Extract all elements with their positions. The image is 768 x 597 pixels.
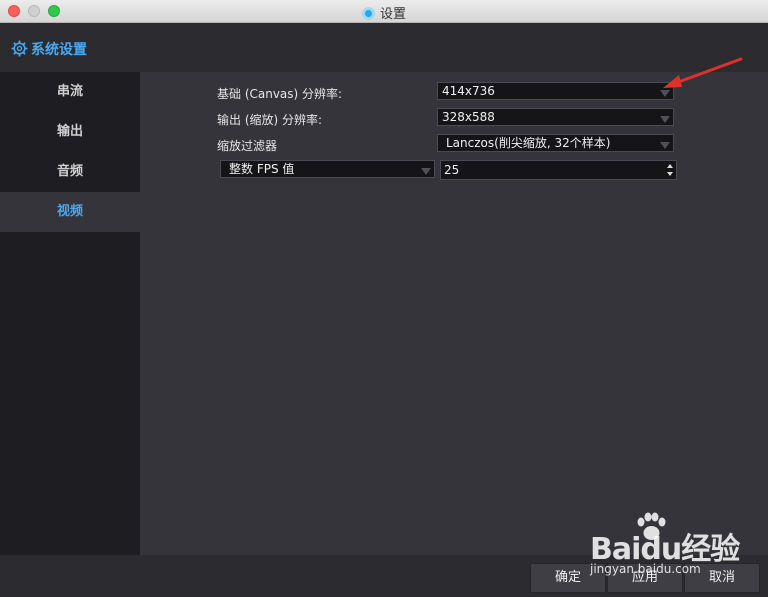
settings-sidebar: 串流 输出 音频 视频: [0, 72, 140, 555]
window-title-area: 设置: [0, 3, 768, 22]
settings-title: 系统设置: [31, 42, 87, 58]
window-title: 设置: [379, 7, 406, 22]
spin-up-icon[interactable]: [667, 164, 673, 168]
title-bar: 设置: [0, 0, 768, 23]
annotation-arrow-icon: [663, 57, 743, 88]
spin-down-icon[interactable]: [667, 172, 673, 176]
sidebar-item-stream[interactable]: 串流: [0, 72, 140, 112]
cancel-button[interactable]: 取消: [684, 563, 760, 593]
chevron-down-icon: [660, 142, 670, 149]
video-settings-panel: 基础 (Canvas) 分辨率: 414x736 输出 (缩放) 分辨率: 32…: [140, 72, 768, 555]
app-icon: [361, 7, 375, 20]
gear-icon: [11, 40, 28, 57]
output-resolution-combo[interactable]: 328x588: [437, 108, 674, 126]
apply-button[interactable]: 应用: [607, 563, 683, 593]
settings-header: 系统设置: [0, 24, 768, 72]
chevron-down-icon: [660, 116, 670, 123]
base-resolution-label: 基础 (Canvas) 分辨率:: [217, 87, 343, 101]
fps-mode-value: 整数 FPS 值: [229, 162, 295, 176]
dialog-footer: 确定 应用 取消: [0, 555, 768, 597]
output-resolution-label: 输出 (缩放) 分辨率:: [217, 113, 323, 127]
base-resolution-value: 414x736: [442, 84, 495, 98]
ok-button[interactable]: 确定: [530, 563, 606, 593]
scale-filter-value: Lanczos(削尖缩放, 32个样本): [446, 136, 611, 150]
fps-mode-combo[interactable]: 整数 FPS 值: [220, 160, 435, 178]
output-resolution-value: 328x588: [442, 110, 495, 124]
scale-filter-label: 缩放过滤器: [217, 139, 278, 153]
fps-value: 25: [444, 163, 460, 177]
chevron-down-icon: [421, 168, 431, 175]
scale-filter-combo[interactable]: Lanczos(削尖缩放, 32个样本): [437, 134, 674, 152]
sidebar-item-output[interactable]: 输出: [0, 112, 140, 152]
sidebar-item-video[interactable]: 视频: [0, 192, 140, 232]
sidebar-item-audio[interactable]: 音频: [0, 152, 140, 192]
base-resolution-combo[interactable]: 414x736: [437, 82, 674, 100]
fps-value-spinbox[interactable]: 25: [440, 160, 677, 180]
